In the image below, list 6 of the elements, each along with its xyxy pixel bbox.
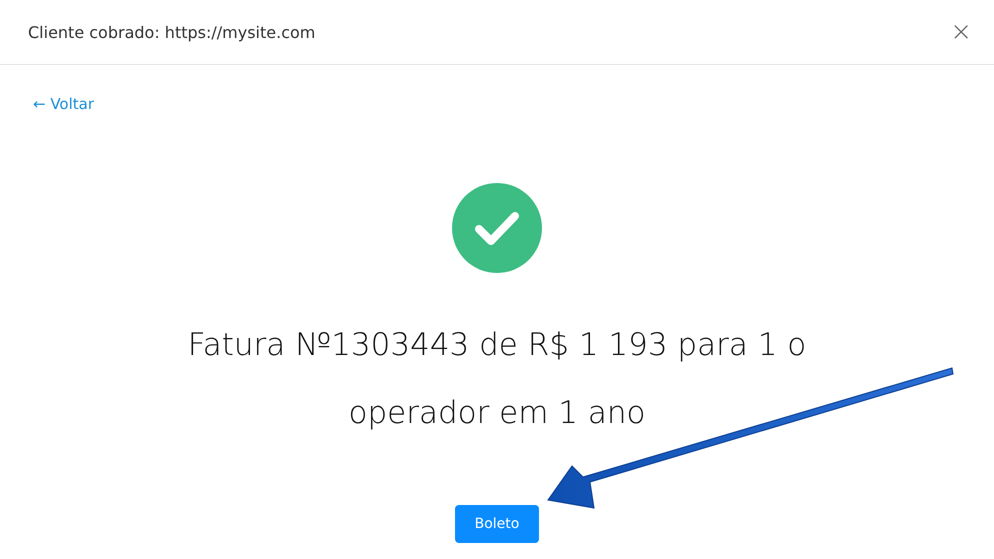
back-link[interactable]: ← Voltar [33,95,94,113]
close-button[interactable]: × [950,19,972,45]
boleto-button[interactable]: Boleto [454,505,540,543]
dialog-title: Cliente cobrado: https://mysite.com [28,22,316,42]
check-circle-icon [452,183,542,273]
invoice-message: Fatura №1303443 de R$ 1 193 para 1 o operador em 1 ano [186,326,808,433]
